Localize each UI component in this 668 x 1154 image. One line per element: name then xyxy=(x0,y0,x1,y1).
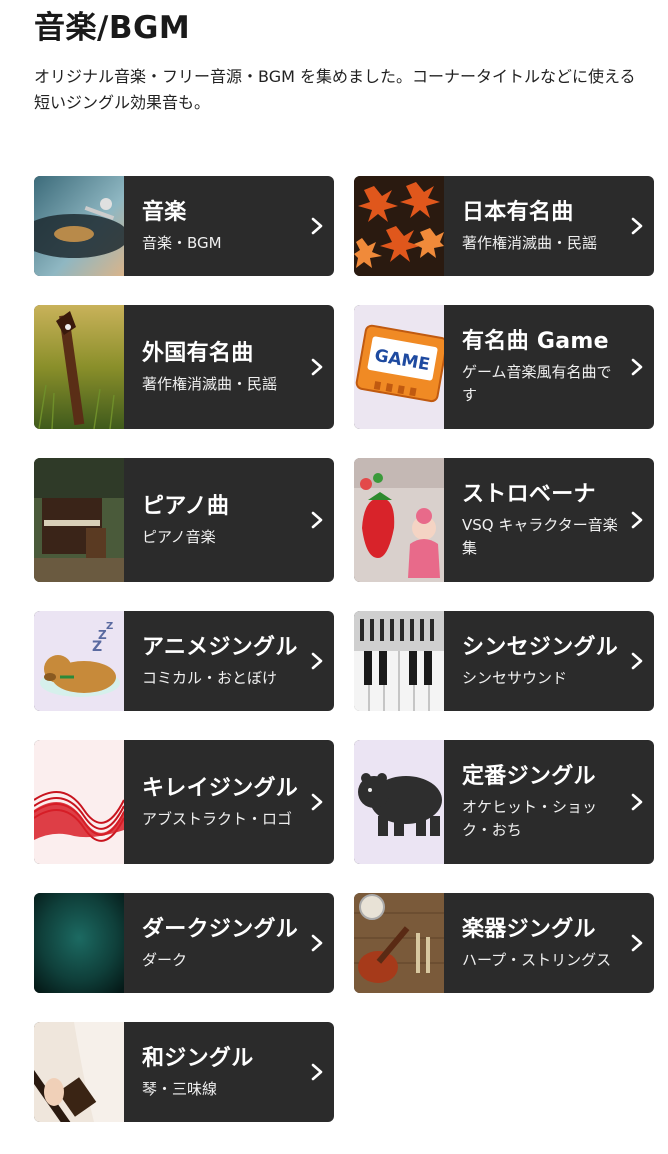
card-subtitle: 音楽・BGM xyxy=(142,233,222,252)
turntable-thumbnail xyxy=(34,176,124,276)
chevron-right-icon xyxy=(631,652,643,670)
category-card-pretty-jingle[interactable]: キレイジングル アブストラクト・ロゴ xyxy=(34,740,334,864)
card-body: キレイジングル アブストラクト・ロゴ xyxy=(124,740,334,864)
category-card-music[interactable]: 音楽 音楽・BGM xyxy=(34,176,334,276)
card-title: ストロベーナ xyxy=(462,482,596,507)
category-card-standard-jingle[interactable]: 定番ジングル オケヒット・ショック・おち xyxy=(354,740,654,864)
card-title: ダークジングル xyxy=(142,916,299,942)
synthesizer-thumbnail xyxy=(354,611,444,711)
card-body: ストロベーナ VSQ キャラクター音楽集 xyxy=(444,458,654,582)
card-body: ピアノ曲 ピアノ音楽 xyxy=(124,458,334,582)
autumn-leaves-thumbnail xyxy=(354,176,444,276)
dark-texture-thumbnail xyxy=(34,893,124,993)
card-body: 外国有名曲 著作権消滅曲・民謡 xyxy=(124,305,334,429)
chevron-right-icon xyxy=(631,934,643,952)
card-title: 有名曲 Game xyxy=(462,329,609,354)
page-description: オリジナル音楽・フリー音源・BGM を集めました。コーナータイトルなどに使える短… xyxy=(34,67,636,112)
category-card-instrument-jingle[interactable]: 楽器ジングル ハープ・ストリングス xyxy=(354,893,654,993)
card-title: アニメジングル xyxy=(142,634,298,660)
svg-text:Z: Z xyxy=(92,639,102,655)
page: 音楽/BGM オリジナル音楽・フリー音源・BGM を集めました。コーナータイトル… xyxy=(0,0,668,1154)
category-card-famous-game[interactable]: GAME 有名曲 Game ゲーム音楽風有名曲です xyxy=(354,305,654,429)
guitar-grass-thumbnail xyxy=(34,305,124,429)
card-subtitle: 琴・三味線 xyxy=(142,1079,218,1098)
red-waves-thumbnail xyxy=(34,740,124,864)
category-card-japanese-jingle[interactable]: 和ジングル 琴・三味線 xyxy=(34,1022,334,1122)
sleeping-dog-thumbnail: Z Z Z xyxy=(34,611,124,711)
card-subtitle: 著作権消滅曲・民謡 xyxy=(462,233,598,252)
instruments-thumbnail xyxy=(354,893,444,993)
card-subtitle: ダーク xyxy=(142,950,188,969)
game-cartridge-thumbnail: GAME xyxy=(354,305,444,429)
chevron-right-icon xyxy=(311,793,323,811)
chevron-right-icon xyxy=(311,358,323,376)
card-body: 楽器ジングル ハープ・ストリングス xyxy=(444,893,654,993)
card-title: 日本有名曲 xyxy=(462,199,574,225)
chevron-right-icon xyxy=(311,511,323,529)
card-body: 日本有名曲 著作権消滅曲・民謡 xyxy=(444,176,654,276)
card-title: 定番ジングル xyxy=(462,764,596,789)
chevron-right-icon xyxy=(631,217,643,235)
category-card-anime-jingle[interactable]: Z Z Z アニメジングル コミカル・おとぼけ xyxy=(34,611,334,711)
category-card-strobena[interactable]: ストロベーナ VSQ キャラクター音楽集 xyxy=(354,458,654,582)
card-title: シンセジングル xyxy=(462,634,619,660)
card-body: 和ジングル 琴・三味線 xyxy=(124,1022,334,1122)
svg-text:Z: Z xyxy=(106,621,113,632)
category-card-piano[interactable]: ピアノ曲 ピアノ音楽 xyxy=(34,458,334,582)
category-card-japanese-famous[interactable]: 日本有名曲 著作権消滅曲・民謡 xyxy=(354,176,654,276)
card-subtitle: オケヒット・ショック・おち xyxy=(462,798,598,839)
card-subtitle: ピアノ音楽 xyxy=(142,527,216,546)
card-title: 音楽 xyxy=(142,199,187,225)
card-body: ダークジングル ダーク xyxy=(124,893,334,993)
chevron-right-icon xyxy=(311,652,323,670)
category-card-dark-jingle[interactable]: ダークジングル ダーク xyxy=(34,893,334,993)
category-card-foreign-famous[interactable]: 外国有名曲 著作権消滅曲・民謡 xyxy=(34,305,334,429)
card-body: アニメジングル コミカル・おとぼけ xyxy=(124,611,334,711)
chevron-right-icon xyxy=(631,511,643,529)
card-title: 楽器ジングル xyxy=(462,916,596,942)
card-title: 和ジングル xyxy=(142,1045,254,1071)
category-card-synth-jingle[interactable]: シンセジングル シンセサウンド xyxy=(354,611,654,711)
page-title: 音楽/BGM xyxy=(34,10,191,46)
card-body: 定番ジングル オケヒット・ショック・おち xyxy=(444,740,654,864)
card-subtitle: アブストラクト・ロゴ xyxy=(142,809,293,828)
card-subtitle: コミカル・おとぼけ xyxy=(142,668,278,687)
old-piano-thumbnail xyxy=(34,458,124,582)
chevron-right-icon xyxy=(631,793,643,811)
card-subtitle: ゲーム音楽風有名曲です xyxy=(462,363,612,404)
card-title: キレイジングル xyxy=(142,775,299,801)
card-title: ピアノ曲 xyxy=(142,493,230,519)
black-bear-thumbnail xyxy=(354,740,444,864)
card-body: 音楽 音楽・BGM xyxy=(124,176,334,276)
card-body: 有名曲 Game ゲーム音楽風有名曲です xyxy=(444,305,654,429)
shamisen-thumbnail xyxy=(34,1022,124,1122)
card-subtitle: シンセサウンド xyxy=(462,668,568,687)
card-subtitle: 著作権消滅曲・民謡 xyxy=(142,374,278,393)
card-title: 外国有名曲 xyxy=(142,340,254,366)
card-subtitle: VSQ キャラクター音楽集 xyxy=(462,516,618,557)
card-body: シンセジングル シンセサウンド xyxy=(444,611,654,711)
card-subtitle: ハープ・ストリングス xyxy=(462,950,612,969)
chevron-right-icon xyxy=(631,358,643,376)
chevron-right-icon xyxy=(311,217,323,235)
strawberry-character-thumbnail xyxy=(354,458,444,582)
chevron-right-icon xyxy=(311,934,323,952)
chevron-right-icon xyxy=(311,1063,323,1081)
